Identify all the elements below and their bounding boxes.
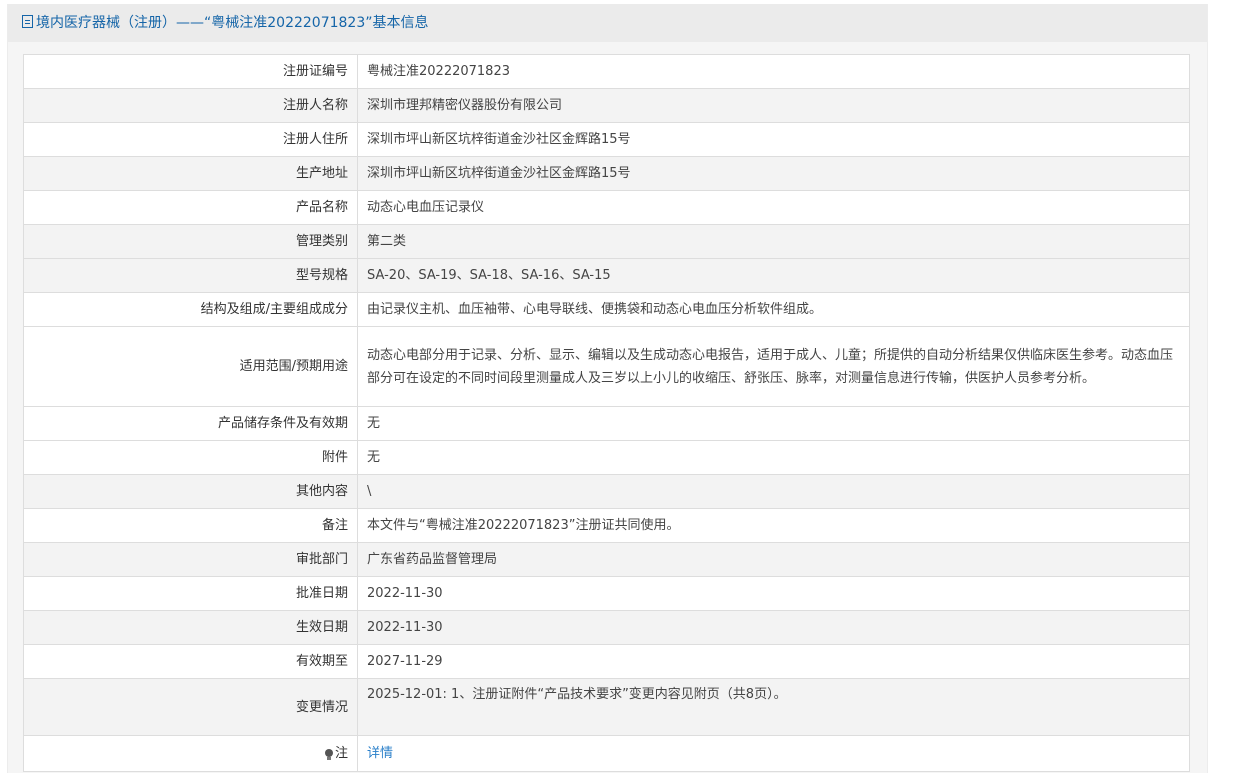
info-panel: 境内医疗器械（注册）——“粤械注准20222071823”基本信息 注册证编号 … [7, 4, 1208, 773]
row-value: SA-20、SA-19、SA-18、SA-16、SA-15 [357, 258, 1190, 293]
row-value: 无 [357, 440, 1190, 475]
table-row: 管理类别 第二类 [23, 224, 1190, 259]
table-row: 有效期至 2027-11-29 [23, 644, 1190, 679]
row-label: 备注 [23, 508, 358, 543]
table-row: 结构及组成/主要组成成分 由记录仪主机、血压袖带、心电导联线、便携袋和动态心电血… [23, 292, 1190, 327]
row-label: 生产地址 [23, 156, 358, 191]
table-row: 备注 本文件与“粤械注准20222071823”注册证共同使用。 [23, 508, 1190, 543]
table-row: 注册人名称 深圳市理邦精密仪器股份有限公司 [23, 88, 1190, 123]
note-row: 注 详情 [23, 735, 1190, 772]
note-label: 注 [334, 746, 348, 761]
page-title: 境内医疗器械（注册）——“粤械注准20222071823”基本信息 [36, 15, 429, 31]
document-icon [22, 15, 33, 28]
row-value: 动态心电血压记录仪 [357, 190, 1190, 225]
row-value: 2025-12-01: 1、注册证附件“产品技术要求”变更内容见附页（共8页）。 [357, 678, 1190, 736]
row-label: 有效期至 [23, 644, 358, 679]
table-row: 产品名称 动态心电血压记录仪 [23, 190, 1190, 225]
table-row: 其他内容 \ [23, 474, 1190, 509]
table-row: 注册证编号 粤械注准20222071823 [23, 54, 1190, 89]
row-label: 注册证编号 [23, 54, 358, 89]
row-value: 深圳市坪山新区坑梓街道金沙社区金辉路15号 [357, 156, 1190, 191]
row-label: 批准日期 [23, 576, 358, 611]
row-label: 产品储存条件及有效期 [23, 406, 358, 441]
row-value: \ [357, 474, 1190, 509]
row-label: 适用范围/预期用途 [23, 326, 358, 407]
row-value: 2027-11-29 [357, 644, 1190, 679]
table-row: 生产地址 深圳市坪山新区坑梓街道金沙社区金辉路15号 [23, 156, 1190, 191]
row-value: 广东省药品监督管理局 [357, 542, 1190, 577]
row-label: 注册人名称 [23, 88, 358, 123]
row-label: 管理类别 [23, 224, 358, 259]
row-value: 深圳市理邦精密仪器股份有限公司 [357, 88, 1190, 123]
row-value: 本文件与“粤械注准20222071823”注册证共同使用。 [357, 508, 1190, 543]
row-label: 型号规格 [23, 258, 358, 293]
row-label: 变更情况 [23, 678, 358, 736]
row-label: 其他内容 [23, 474, 358, 509]
row-label: 审批部门 [23, 542, 358, 577]
row-value: 动态心电部分用于记录、分析、显示、编辑以及生成动态心电报告，适用于成人、儿童；所… [357, 326, 1190, 407]
table-row: 变更情况 2025-12-01: 1、注册证附件“产品技术要求”变更内容见附页（… [23, 678, 1190, 736]
table-row: 型号规格 SA-20、SA-19、SA-18、SA-16、SA-15 [23, 258, 1190, 293]
row-label: 结构及组成/主要组成成分 [23, 292, 358, 327]
row-label: 产品名称 [23, 190, 358, 225]
panel-header: 境内医疗器械（注册）——“粤械注准20222071823”基本信息 [8, 4, 1207, 42]
row-value: 粤械注准20222071823 [357, 54, 1190, 89]
table-row: 生效日期 2022-11-30 [23, 610, 1190, 645]
note-value-cell: 详情 [357, 735, 1190, 772]
row-value: 由记录仪主机、血压袖带、心电导联线、便携袋和动态心电血压分析软件组成。 [357, 292, 1190, 327]
row-value: 2022-11-30 [357, 610, 1190, 645]
row-label: 注册人住所 [23, 122, 358, 157]
row-value: 2022-11-30 [357, 576, 1190, 611]
info-table: 注册证编号 粤械注准20222071823 注册人名称 深圳市理邦精密仪器股份有… [23, 54, 1190, 772]
details-link[interactable]: 详情 [367, 746, 393, 761]
row-label: 生效日期 [23, 610, 358, 645]
table-row: 附件 无 [23, 440, 1190, 475]
info-table-wrapper: 注册证编号 粤械注准20222071823 注册人名称 深圳市理邦精密仪器股份有… [23, 54, 1190, 772]
table-row: 审批部门 广东省药品监督管理局 [23, 542, 1190, 577]
lightbulb-icon [324, 749, 333, 760]
table-row: 注册人住所 深圳市坪山新区坑梓街道金沙社区金辉路15号 [23, 122, 1190, 157]
table-row: 适用范围/预期用途 动态心电部分用于记录、分析、显示、编辑以及生成动态心电报告，… [23, 326, 1190, 407]
row-value: 深圳市坪山新区坑梓街道金沙社区金辉路15号 [357, 122, 1190, 157]
row-value: 无 [357, 406, 1190, 441]
table-row: 产品储存条件及有效期 无 [23, 406, 1190, 441]
row-value: 第二类 [357, 224, 1190, 259]
note-label-cell: 注 [23, 735, 358, 772]
table-row: 批准日期 2022-11-30 [23, 576, 1190, 611]
row-label: 附件 [23, 440, 358, 475]
